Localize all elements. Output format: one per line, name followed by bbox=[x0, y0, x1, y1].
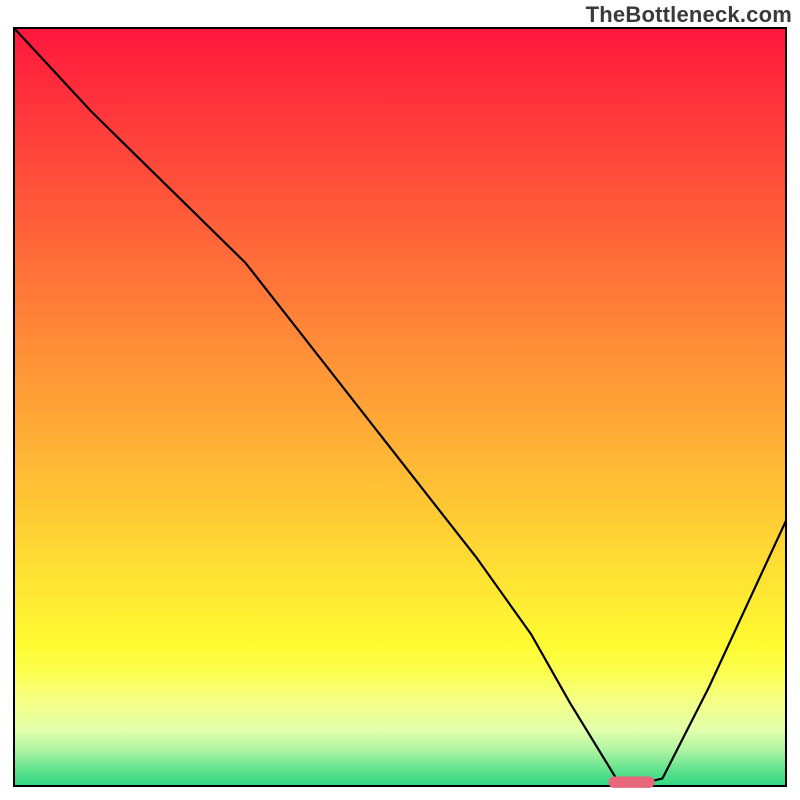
optimal-marker bbox=[608, 777, 654, 788]
bottleneck-chart bbox=[0, 0, 800, 800]
watermark-text: TheBottleneck.com bbox=[586, 2, 792, 28]
plot-background bbox=[14, 28, 786, 786]
